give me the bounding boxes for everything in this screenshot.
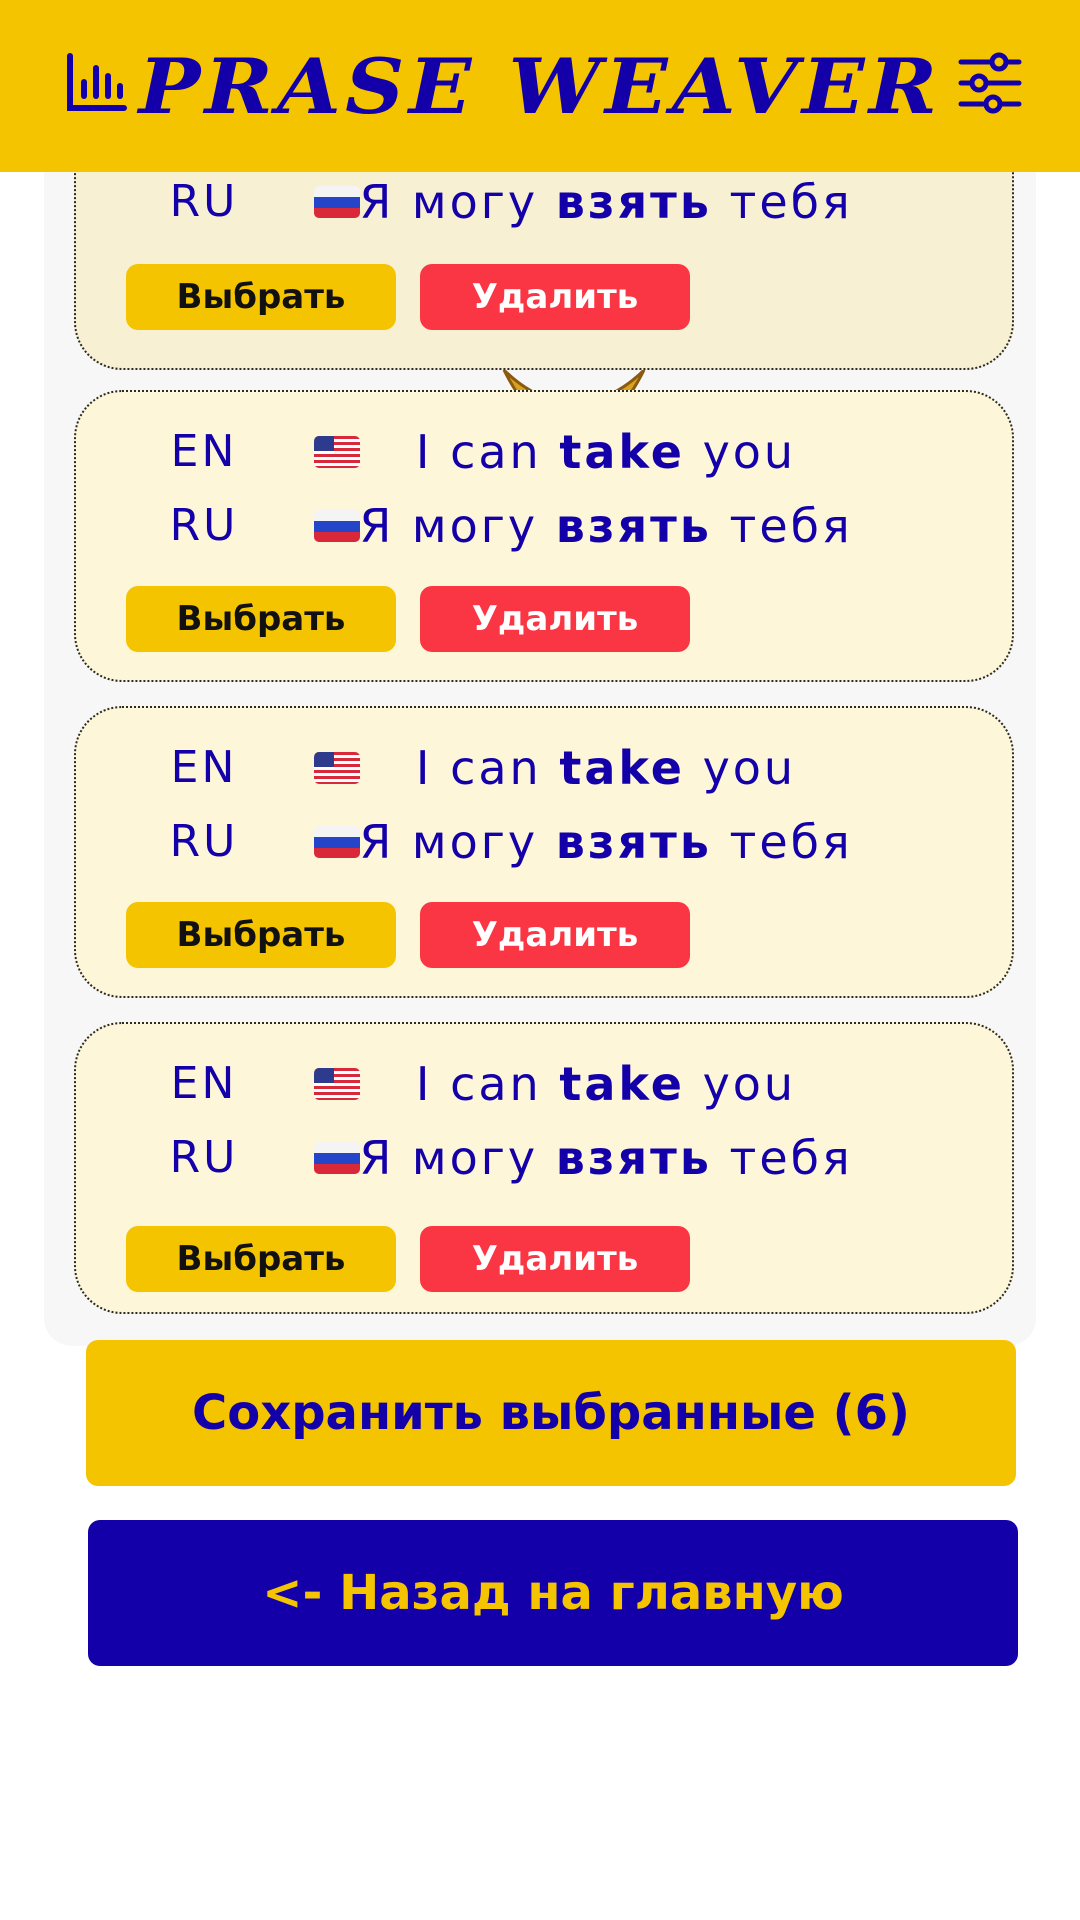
app-header: PRASE WEAVER [0,0,1080,172]
ru-row: RU Я могу взять тебя [76,1128,1012,1188]
phrase-card: EN I can take you RU Я могу взять тебя В… [74,706,1014,998]
language-code: EN [170,1058,238,1109]
phrase-card: EN I can take you RU Я могу взять тебя В… [74,1022,1014,1314]
language-code: EN [170,742,238,793]
language-code: EN [170,426,238,477]
sliders-icon [958,52,1022,114]
ru-row: RU Я могу взять тебя [76,172,1012,232]
ru-row: RU Я могу взять тебя [76,496,1012,556]
phrase-text: Я могу взять тебя [359,815,853,869]
select-button[interactable]: Выбрать [126,902,396,968]
phrase-text: Я могу взять тебя [359,1131,853,1185]
delete-button[interactable]: Удалить [420,902,690,968]
en-row: EN I can take you [76,1054,1012,1114]
settings-button[interactable] [955,48,1025,118]
en-row: EN I can take you [76,422,1012,482]
phrase-card: EN I can take you RU Я могу взять тебя В… [74,390,1014,682]
select-button[interactable]: Выбрать [126,1226,396,1292]
language-code: RU [169,1132,239,1183]
back-to-home-button[interactable]: <- Назад на главную [88,1520,1018,1666]
app-title: PRASE WEAVER [138,42,942,131]
en-row: EN I can take you [76,738,1012,798]
select-button[interactable]: Выбрать [126,586,396,652]
phrase-text: I can take you [415,1057,797,1111]
phrases-list[interactable]: RU Я могу взять тебя Выбрать Удалить EN … [44,120,1036,1346]
language-code: RU [169,500,239,551]
phrase-text: Я могу взять тебя [359,175,853,229]
ru-row: RU Я могу взять тебя [76,812,1012,872]
phrase-text: I can take you [415,425,797,479]
delete-button[interactable]: Удалить [420,1226,690,1292]
save-selected-button[interactable]: Сохранить выбранные (6) [86,1340,1016,1486]
language-code: RU [169,816,239,867]
delete-button[interactable]: Удалить [420,264,690,330]
phrase-text: I can take you [415,741,797,795]
phrase-text: Я могу взять тебя [359,499,853,553]
select-button[interactable]: Выбрать [126,264,396,330]
delete-button[interactable]: Удалить [420,586,690,652]
language-code: RU [169,176,239,227]
